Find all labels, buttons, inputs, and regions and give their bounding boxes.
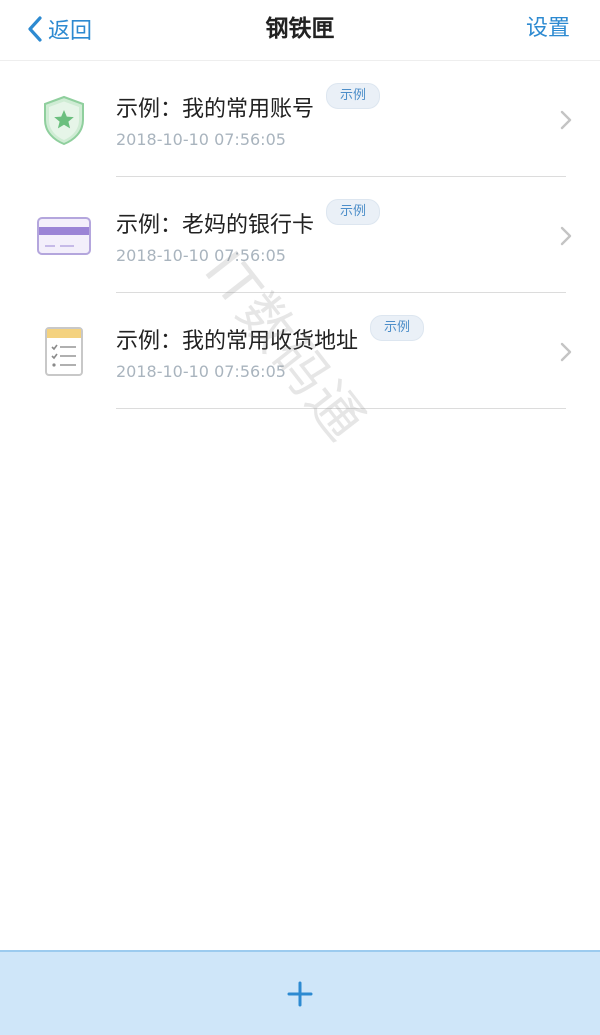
- item-timestamp: 2018-10-10 07:56:05: [116, 362, 286, 381]
- list-item-account[interactable]: 示例：我的常用账号 示例 2018-10-10 07:56:05: [0, 61, 600, 177]
- list-item-address[interactable]: 示例：我的常用收货地址 示例 2018-10-10 07:56:05: [0, 293, 600, 409]
- item-timestamp: 2018-10-10 07:56:05: [116, 130, 286, 149]
- item-title: 示例：我的常用账号: [116, 97, 315, 122]
- item-list: 示例：我的常用账号 示例 2018-10-10 07:56:05 示例：老妈的银…: [0, 61, 600, 409]
- chevron-right-icon: [560, 110, 572, 130]
- example-badge: 示例: [326, 83, 381, 109]
- navigation-bar: 返回 钢铁匣 设置: [0, 0, 600, 61]
- list-item-bank-card[interactable]: 示例：老妈的银行卡 示例 2018-10-10 07:56:05: [0, 177, 600, 293]
- page-title: 钢铁匣: [265, 16, 335, 42]
- settings-button[interactable]: 设置: [526, 12, 570, 46]
- item-title: 示例：我的常用收货地址: [116, 329, 359, 354]
- plus-icon: [287, 981, 313, 1006]
- example-badge: 示例: [370, 315, 425, 341]
- add-item-button[interactable]: [0, 950, 600, 1035]
- item-timestamp: 2018-10-10 07:56:05: [116, 246, 286, 265]
- shield-star-icon: [44, 95, 84, 146]
- bank-card-icon: [37, 217, 91, 255]
- item-title: 示例：老妈的银行卡: [116, 213, 315, 238]
- chevron-right-icon: [560, 342, 572, 362]
- chevron-right-icon: [560, 226, 572, 246]
- notepad-icon: [45, 327, 83, 376]
- example-badge: 示例: [326, 199, 381, 225]
- divider: [116, 408, 566, 409]
